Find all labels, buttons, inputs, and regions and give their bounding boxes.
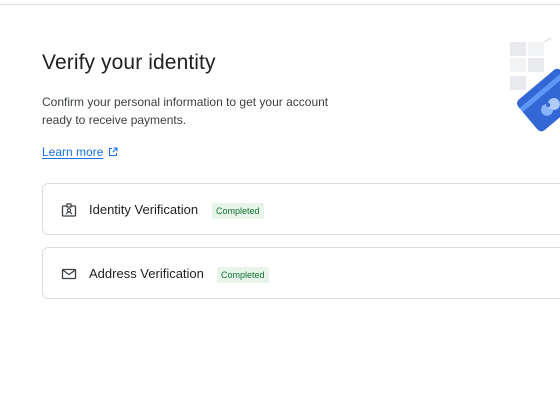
verify-identity-page: Verify your identity Confirm your person… [0,0,560,420]
envelope-icon [61,268,77,280]
page-title: Verify your identity [42,51,216,74]
header-section: Verify your identity Confirm your person… [42,49,362,161]
external-link-icon [109,147,118,157]
address-verification-card[interactable]: Address Verification Completed [42,247,560,299]
identity-status-badge: Completed [212,203,264,219]
learn-more-link[interactable]: Learn more [42,145,118,159]
top-divider [0,4,560,5]
identity-verification-label: Identity Verification [89,202,199,217]
address-status-badge: Completed [217,267,269,283]
page-description: Confirm your personal information to get… [42,95,329,127]
learn-more-label: Learn more [42,145,104,159]
address-verification-label: Address Verification [89,266,204,281]
payment-card-illustration [510,38,560,132]
id-card-icon [61,203,77,217]
identity-verification-card[interactable]: Identity Verification Completed [42,183,560,235]
